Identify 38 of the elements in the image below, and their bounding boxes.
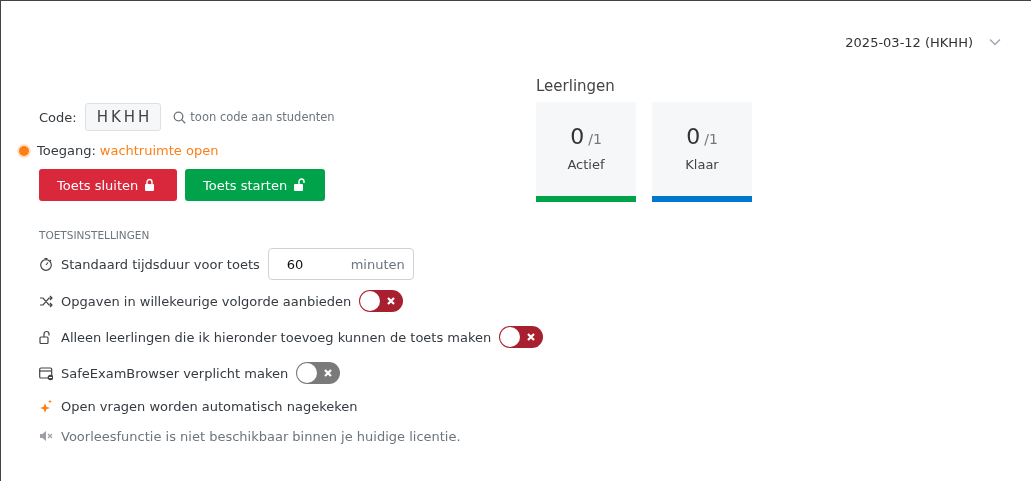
stat-label: Klaar [685,157,719,172]
duration-field[interactable]: 60 minuten [267,248,414,280]
x-icon [323,368,334,378]
setting-label: Open vragen worden automatisch nagekeken [61,398,358,414]
x-icon [386,296,397,306]
access-status: wachtruimte open [99,143,219,158]
shuffle-icon [39,293,53,309]
access-label: Toegang: [37,143,96,158]
unlocked-lock-icon [293,178,306,192]
stat-count: 0 [570,124,585,149]
toggle-switch[interactable] [359,290,404,312]
toggle-switch[interactable] [499,326,544,348]
x-icon [526,332,537,342]
setting-label: SafeExamBrowser verplicht maken [61,365,289,381]
stopwatch-icon [39,256,53,272]
code-label: Code: [39,109,77,125]
chevron-down-icon [989,38,1001,46]
students-title: Leerlingen [536,77,616,95]
setting-label: Standaard tijdsduur voor toets [61,256,260,272]
sparkle-icon [39,398,53,414]
stat-count: 0 [686,124,701,149]
stat-label: Actief [567,157,605,172]
setting-label: Opgaven in willekeurige volgorde aanbieden [61,293,352,309]
search-icon [173,110,187,124]
settings-heading: TOETSINSTELLINGEN [39,229,151,241]
start-test-button[interactable]: Toets starten [185,169,325,201]
stat-total: /1 [588,131,602,147]
browser-icon [39,365,53,381]
close-test-button[interactable]: Toets sluiten [39,169,177,201]
license-notice: Voorleesfunctie is niet beschikbaar binnen je huidige licentie. [61,428,461,444]
stat-total: /1 [704,131,718,147]
unlocked-lock-icon [39,329,53,345]
show-code-link[interactable]: toon code aan studenten [173,110,335,124]
session-select[interactable]: 2025-03-12 (HKHH) [845,29,1001,55]
muted-speaker-icon [39,428,53,444]
setting-label: Alleen leerlingen die ik hieronder toevoeg kunnen de toets maken [61,329,492,345]
lock-icon [144,178,157,192]
access-code: HKHH [84,103,162,131]
